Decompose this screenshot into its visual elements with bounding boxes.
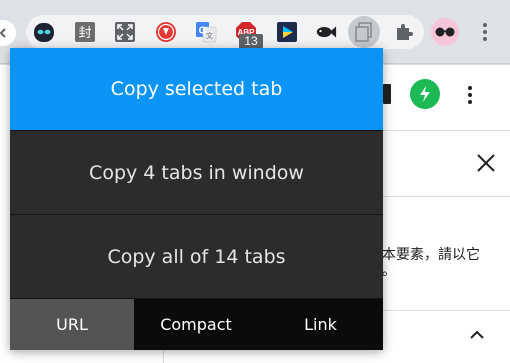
chevron-up-icon[interactable] xyxy=(468,328,486,342)
google-translate-icon[interactable]: G文 xyxy=(195,21,217,43)
ghost-mask-icon[interactable] xyxy=(33,21,55,43)
back-icon[interactable] xyxy=(0,20,16,46)
format-compact-label: Compact xyxy=(160,315,232,334)
fish-icon[interactable] xyxy=(315,21,337,43)
page-menu-icon[interactable] xyxy=(466,85,474,105)
puzzle-icon[interactable] xyxy=(393,21,415,43)
svg-text:文: 文 xyxy=(206,31,213,40)
page-dark-icon[interactable] xyxy=(383,84,391,104)
format-url-label: URL xyxy=(56,315,88,334)
format-compact-option[interactable]: Compact xyxy=(134,299,258,350)
format-link-label: Link xyxy=(304,315,337,334)
copy-window-tabs-button[interactable]: Copy 4 tabs in window xyxy=(10,131,383,214)
panel-divider xyxy=(380,196,510,197)
copy-tabs-popup: Copy selected tab Copy 4 tabs in window … xyxy=(10,48,383,350)
page-text-line: 本要素，請以它 xyxy=(382,247,480,263)
close-icon[interactable] xyxy=(474,151,498,175)
seal-icon[interactable]: 封 xyxy=(74,21,96,43)
red-download-icon[interactable] xyxy=(155,21,177,43)
browser-menu-icon[interactable] xyxy=(478,20,492,44)
fullscreen-icon[interactable] xyxy=(114,21,136,43)
copy-tabs-icon[interactable] xyxy=(353,21,375,43)
lightning-icon[interactable] xyxy=(410,79,440,109)
extension-badge: 13 xyxy=(239,34,263,49)
profile-avatar[interactable] xyxy=(431,18,459,46)
panel-divider xyxy=(380,310,510,311)
copy-all-tabs-label: Copy all of 14 tabs xyxy=(107,245,286,268)
copy-all-tabs-button[interactable]: Copy all of 14 tabs xyxy=(10,215,383,298)
page-text-line: 。 xyxy=(382,263,396,279)
format-selector: URL Compact Link xyxy=(10,299,383,350)
seal-icon-text: 封 xyxy=(78,26,91,41)
format-link-option[interactable]: Link xyxy=(258,299,383,350)
copy-window-tabs-label: Copy 4 tabs in window xyxy=(89,161,304,184)
play-store-icon[interactable] xyxy=(276,21,298,43)
copy-selected-tab-label: Copy selected tab xyxy=(110,78,283,100)
format-url-option[interactable]: URL xyxy=(10,299,134,350)
copy-selected-tab-button[interactable]: Copy selected tab xyxy=(10,48,383,130)
